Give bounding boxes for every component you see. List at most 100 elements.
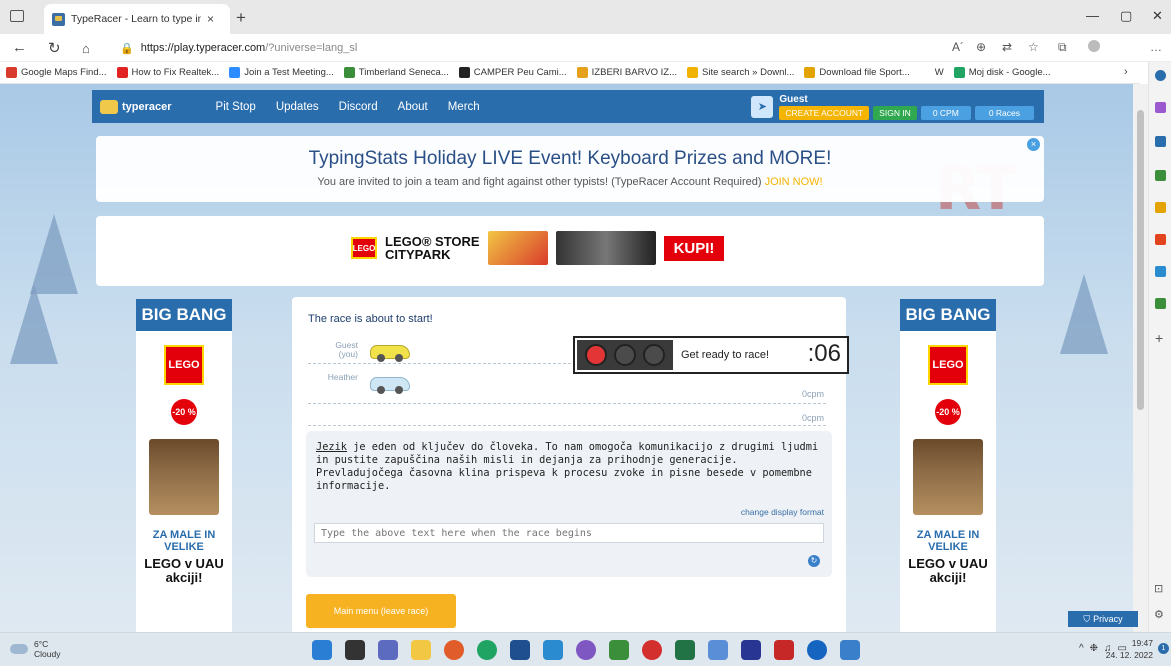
outlook-icon[interactable] xyxy=(1155,266,1166,277)
tab-actions-icon[interactable] xyxy=(10,10,24,22)
start-icon[interactable] xyxy=(312,640,332,660)
create-account-button[interactable]: CREATE ACCOUNT xyxy=(779,105,870,120)
nav-discord[interactable]: Discord xyxy=(339,101,378,113)
bookmark-item[interactable]: Site search » Downl... xyxy=(687,67,794,78)
light-off-icon xyxy=(613,344,636,366)
app-icon[interactable] xyxy=(609,640,629,660)
chat-icon[interactable] xyxy=(378,640,398,660)
reload-icon[interactable]: ↻ xyxy=(808,555,820,567)
bookmark-item[interactable]: Download file Sport... xyxy=(804,67,910,78)
typing-input[interactable] xyxy=(314,523,824,543)
sidebar-layout-icon[interactable]: ⊡ xyxy=(1154,582,1163,595)
page-scrollbar[interactable] xyxy=(1133,84,1148,632)
guest-avatar[interactable]: ➤ xyxy=(751,95,774,118)
search-taskbar-icon[interactable] xyxy=(345,640,365,660)
main-menu-button[interactable]: Main menu (leave race) xyxy=(306,594,456,628)
close-window-button[interactable]: ✕ xyxy=(1152,8,1163,24)
kupi-button[interactable]: KUPI! xyxy=(663,235,725,261)
left-side-ad[interactable]: BIG BANG LEGO -20 % ZA MALE IN VELIKE LE… xyxy=(136,299,232,632)
banner-close-button[interactable]: × xyxy=(1027,138,1040,151)
home-icon[interactable]: ⌂ xyxy=(82,41,90,56)
excel-icon[interactable] xyxy=(675,640,695,660)
read-aloud-icon[interactable]: A´ xyxy=(952,40,964,54)
minimize-button[interactable]: — xyxy=(1086,8,1099,23)
sidebar-settings-icon[interactable]: ⚙ xyxy=(1154,608,1164,621)
back-icon[interactable]: ← xyxy=(12,39,27,56)
bookmark-favicon-icon xyxy=(458,67,470,78)
clock[interactable]: 19:47 24. 12. 2022 xyxy=(1106,637,1153,661)
nav-pit-stop[interactable]: Pit Stop xyxy=(216,101,256,113)
store-icon[interactable] xyxy=(510,640,530,660)
search-icon[interactable] xyxy=(1155,70,1166,81)
restore-button[interactable]: ▢ xyxy=(1120,8,1132,24)
scrollbar-thumb[interactable] xyxy=(1137,110,1144,410)
tools-icon[interactable] xyxy=(1155,170,1166,181)
banner-title: TypingStats Holiday LIVE Event! Keyboard… xyxy=(308,148,832,169)
url-path: /?universe=lang_sl xyxy=(265,42,358,54)
games-icon[interactable] xyxy=(1155,202,1166,213)
site-nav: typeracer Pit Stop Updates Discord About… xyxy=(92,90,1044,123)
app-icon[interactable] xyxy=(774,640,794,660)
bookmark-item[interactable]: Moj disk - Google... xyxy=(953,67,1051,78)
lego-logo: LEGO xyxy=(351,237,377,259)
bookmark-item[interactable]: Join a Test Meeting... xyxy=(229,67,334,78)
edge-icon[interactable] xyxy=(807,640,827,660)
privacy-button[interactable]: ⛉ Privacy xyxy=(1068,611,1138,627)
bookmark-item[interactable]: How to Fix Realtek... xyxy=(116,67,219,78)
join-now-link[interactable]: JOIN NOW! xyxy=(765,176,823,188)
file-explorer-icon[interactable] xyxy=(411,640,431,660)
bookmark-item[interactable]: CAMPER Peu Cami... xyxy=(458,67,567,78)
browser-tab-strip: TypeRacer - Learn to type in Slov × + — … xyxy=(0,0,1171,34)
bookmark-item[interactable]: W xyxy=(919,67,944,78)
office-icon[interactable] xyxy=(1155,234,1166,245)
sparkle-icon[interactable] xyxy=(1155,102,1166,113)
tab-close-button[interactable]: × xyxy=(207,12,214,26)
translate-icon[interactable]: ⇄ xyxy=(1002,40,1012,54)
ad-minifigs-image xyxy=(487,231,548,265)
app-icon[interactable] xyxy=(642,640,662,660)
bookmark-item[interactable]: IZBERI BARVO IZ... xyxy=(576,67,677,78)
chrome-icon[interactable] xyxy=(477,640,497,660)
more-menu-icon[interactable]: … xyxy=(1150,40,1162,54)
app-icon[interactable] xyxy=(840,640,860,660)
favorite-icon[interactable]: ☆ xyxy=(1028,40,1039,54)
lego-store-ad[interactable]: LEGO LEGO® STORE CITYPARK KUPI! xyxy=(96,216,1044,286)
typeracer-logo[interactable]: typeracer xyxy=(100,99,172,114)
collections-icon[interactable]: ⧉ xyxy=(1058,40,1067,55)
nav-about[interactable]: About xyxy=(398,101,428,113)
right-side-ad[interactable]: BIG BANG LEGO -20 % ZA MALE IN VELIKE LE… xyxy=(900,299,996,632)
profile-avatar[interactable] xyxy=(1088,40,1100,52)
shopping-icon[interactable] xyxy=(1155,136,1166,147)
ad-discount-badge: -20 % xyxy=(935,399,961,425)
notification-badge[interactable]: 1 xyxy=(1158,643,1169,654)
race-status-message: Get ready to race! xyxy=(681,349,770,361)
url-field[interactable]: 🔒 https://play.typeracer.com/?universe=l… xyxy=(120,38,980,58)
nav-merch[interactable]: Merch xyxy=(448,101,480,113)
tray-overflow-icon[interactable]: ^ xyxy=(1079,643,1084,654)
sign-in-button[interactable]: SIGN IN xyxy=(873,105,917,120)
background-tree xyxy=(30,214,78,294)
zoom-icon[interactable]: ⊕ xyxy=(976,40,986,54)
bookmarks-overflow-icon[interactable]: › xyxy=(1124,66,1128,78)
bookmark-item[interactable]: Timberland Seneca... xyxy=(343,67,449,78)
lock-icon: 🔒 xyxy=(120,42,134,55)
weather-widget[interactable]: 6°C Cloudy xyxy=(10,639,60,659)
brave-icon[interactable] xyxy=(444,640,464,660)
browser-tab[interactable]: TypeRacer - Learn to type in Slov × xyxy=(44,4,230,34)
bookmark-item[interactable]: Google Maps Find... xyxy=(6,67,107,78)
tree-icon[interactable] xyxy=(1155,298,1166,309)
app-icon[interactable] xyxy=(708,640,728,660)
traffic-light xyxy=(577,340,673,370)
outlook-taskbar-icon[interactable] xyxy=(543,640,563,660)
ad-lego-logo: LEGO xyxy=(928,345,968,385)
refresh-icon[interactable]: ↻ xyxy=(48,39,61,57)
add-sidebar-icon[interactable]: + xyxy=(1155,330,1163,346)
wifi-icon[interactable]: ❉ xyxy=(1090,643,1098,654)
ad-tagline: ZA MALE IN VELIKE xyxy=(152,529,216,553)
change-display-format-link[interactable]: change display format xyxy=(741,507,824,517)
new-tab-button[interactable]: + xyxy=(236,8,246,28)
bookmark-label: Download file Sport... xyxy=(819,67,910,78)
app-icon[interactable] xyxy=(741,640,761,660)
app-icon[interactable] xyxy=(576,640,596,660)
nav-updates[interactable]: Updates xyxy=(276,101,319,113)
